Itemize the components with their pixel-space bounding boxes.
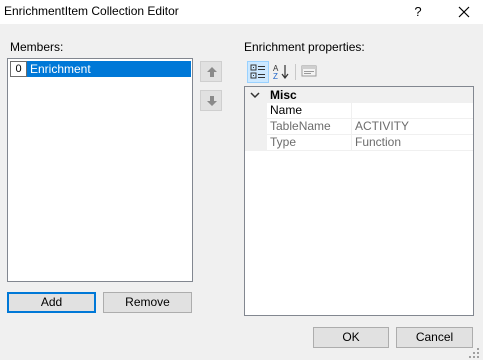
- title-bar: EnrichmentItem Collection Editor ?: [0, 0, 483, 24]
- property-name: Name: [267, 103, 352, 118]
- toolbar-separator: [295, 64, 296, 80]
- close-button[interactable]: [446, 0, 480, 24]
- property-row-tablename[interactable]: TableName ACTIVITY: [267, 119, 473, 135]
- property-name: TableName: [267, 119, 352, 134]
- add-button[interactable]: Add: [7, 292, 96, 313]
- resize-grip-icon[interactable]: [468, 347, 480, 359]
- move-down-button[interactable]: [200, 90, 222, 111]
- property-pages-icon: [301, 65, 317, 77]
- property-value[interactable]: ACTIVITY: [352, 119, 473, 134]
- members-label: Members:: [10, 40, 64, 54]
- arrow-up-icon: [207, 67, 217, 77]
- categorized-icon: [250, 64, 265, 79]
- property-toolbar: A Z: [244, 61, 474, 83]
- property-name: Type: [267, 135, 352, 150]
- properties-label: Enrichment properties:: [244, 40, 365, 54]
- member-name[interactable]: Enrichment: [27, 61, 191, 77]
- categorized-button[interactable]: [247, 61, 269, 83]
- property-grid[interactable]: Misc Name TableName ACTIVITY Type Functi…: [244, 86, 474, 316]
- property-row-type[interactable]: Type Function: [267, 135, 473, 151]
- svg-text:Z: Z: [273, 72, 278, 81]
- member-item[interactable]: 0 Enrichment: [10, 61, 191, 77]
- property-value[interactable]: [352, 103, 473, 118]
- members-list[interactable]: 0 Enrichment: [7, 58, 193, 282]
- remove-button[interactable]: Remove: [103, 292, 192, 313]
- close-icon: [458, 6, 470, 18]
- alphabetical-icon: A Z: [273, 64, 289, 81]
- category-name: Misc: [270, 88, 297, 102]
- window-title: EnrichmentItem Collection Editor: [4, 4, 179, 18]
- move-up-button[interactable]: [200, 61, 222, 82]
- ok-button[interactable]: OK: [313, 327, 389, 348]
- property-value[interactable]: Function: [352, 135, 473, 150]
- alphabetical-button[interactable]: A Z: [270, 61, 292, 83]
- arrow-down-icon: [207, 96, 217, 106]
- grid-gutter: [245, 103, 267, 151]
- property-row-name[interactable]: Name: [267, 103, 473, 119]
- category-row-misc[interactable]: Misc: [245, 87, 473, 103]
- chevron-down-icon[interactable]: [250, 90, 260, 100]
- property-pages-button[interactable]: [299, 61, 321, 83]
- cancel-button[interactable]: Cancel: [396, 327, 473, 348]
- member-index: 0: [10, 61, 27, 77]
- help-button[interactable]: ?: [401, 0, 435, 24]
